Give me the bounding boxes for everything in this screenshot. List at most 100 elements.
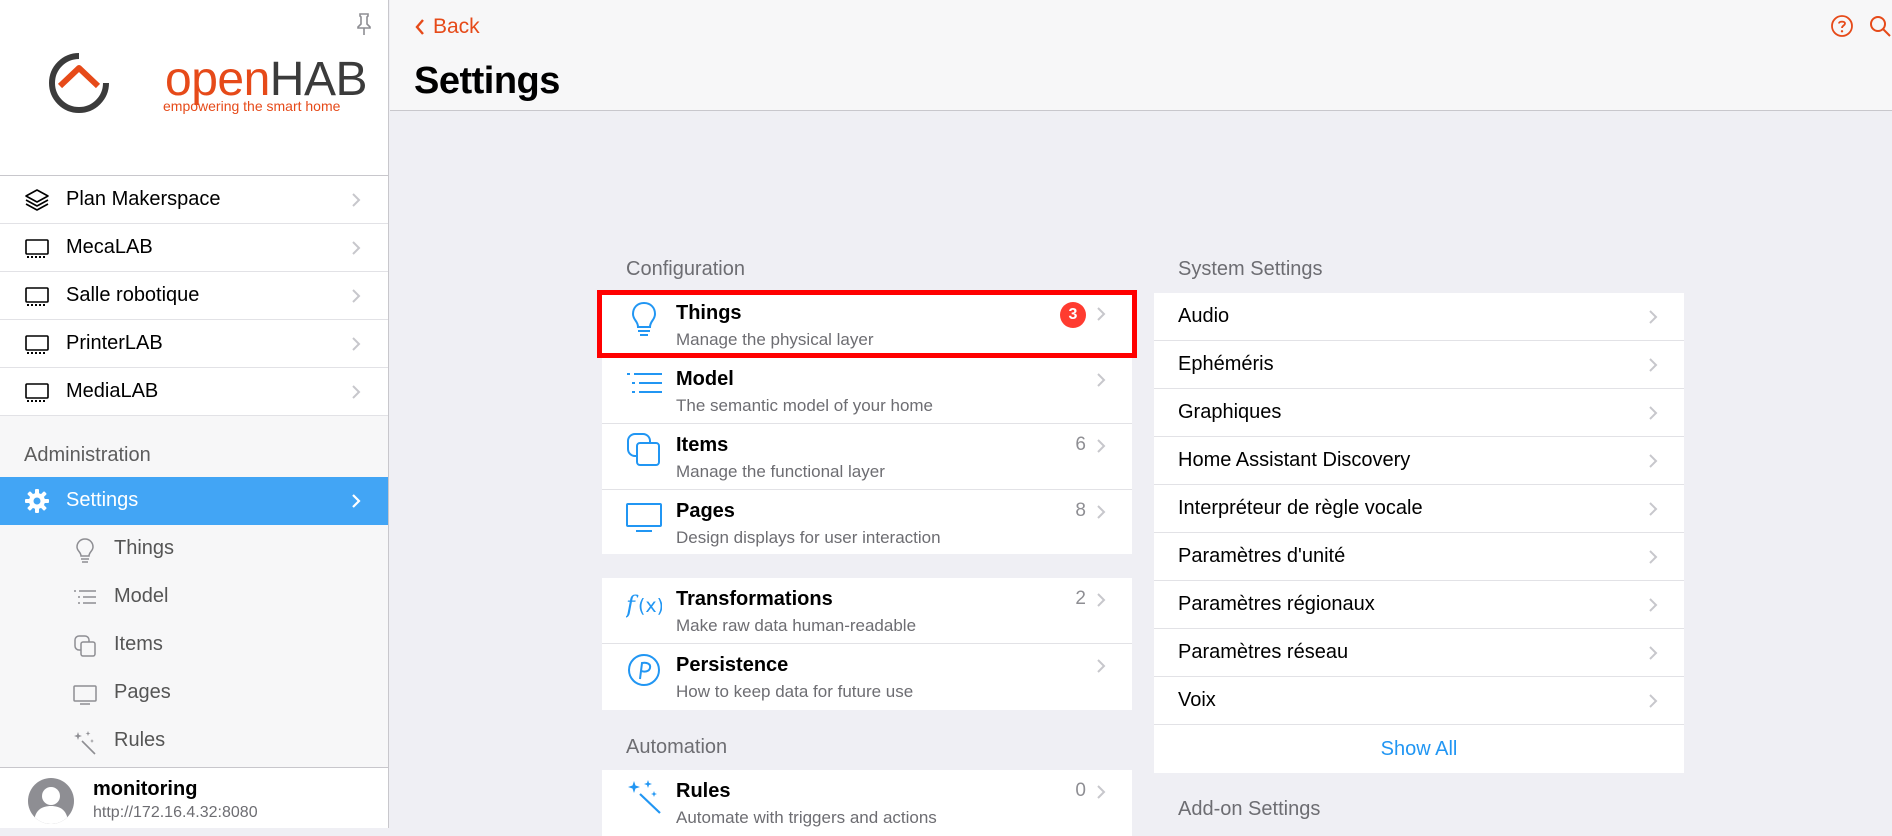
sidebar: openHAB empowering the smart home Plan M… bbox=[0, 0, 389, 828]
back-label: Back bbox=[433, 15, 480, 38]
pin-icon[interactable] bbox=[353, 12, 375, 36]
system-setting-regional[interactable]: Paramètres régionaux bbox=[1154, 581, 1684, 629]
tv-icon bbox=[73, 685, 97, 705]
administration-heading: Administration bbox=[24, 444, 151, 466]
user-panel[interactable]: monitoring http://172.16.4.32:8080 bbox=[0, 767, 388, 828]
setting-label: Paramètres réseau bbox=[1178, 641, 1349, 663]
squares-icon bbox=[627, 433, 660, 466]
sidebar-item-label: MediaLAB bbox=[66, 380, 159, 402]
addon-settings-heading: Add-on Settings bbox=[1178, 798, 1321, 820]
chevron-right-icon bbox=[352, 193, 361, 207]
item-subtitle: Make raw data human-readable bbox=[676, 616, 917, 635]
sidebar-subitem-label: Model bbox=[114, 585, 169, 607]
system-setting-home-assistant-discovery[interactable]: Home Assistant Discovery bbox=[1154, 437, 1684, 485]
item-count: 0 bbox=[1075, 780, 1086, 801]
sidebar-subitem-rules[interactable]: Rules bbox=[0, 717, 388, 765]
search-icon[interactable] bbox=[1868, 14, 1892, 38]
system-setting-audio[interactable]: Audio bbox=[1154, 293, 1684, 341]
lightbulb-icon bbox=[631, 301, 657, 336]
sidebar-subitem-label: Rules bbox=[114, 729, 166, 751]
show-all-link[interactable]: Show All bbox=[1154, 725, 1684, 773]
wand-icon bbox=[74, 731, 96, 755]
sidebar-pages-list: Plan Makerspace MecaLAB Salle robotique … bbox=[0, 176, 388, 416]
sidebar-subitem-label: Things bbox=[114, 537, 175, 559]
gear-icon bbox=[25, 489, 49, 513]
system-setting-voice-interpreter[interactable]: Interpréteur de règle vocale bbox=[1154, 485, 1684, 533]
sidebar-item-settings[interactable]: Settings bbox=[0, 477, 388, 525]
openhab-logo[interactable]: openHAB empowering the smart home bbox=[46, 48, 367, 120]
avatar bbox=[28, 778, 74, 824]
logo-tagline: empowering the smart home bbox=[163, 98, 341, 114]
sidebar-item-plan-makerspace[interactable]: Plan Makerspace bbox=[0, 176, 388, 224]
item-subtitle: How to keep data for future use bbox=[676, 682, 914, 701]
config-item-persistence[interactable]: Persistence How to keep data for future … bbox=[602, 644, 1132, 710]
item-title: Persistence bbox=[676, 654, 789, 676]
lightbulb-icon bbox=[76, 538, 94, 563]
chevron-right-icon bbox=[1649, 454, 1658, 468]
layers-icon bbox=[25, 189, 49, 211]
sidebar-subitem-model[interactable]: Model bbox=[0, 573, 388, 621]
configuration-list: Things Manage the physical layer 3 Model… bbox=[602, 292, 1132, 554]
setting-label: Paramètres régionaux bbox=[1178, 593, 1375, 615]
sidebar-subitem-things[interactable]: Things bbox=[0, 525, 388, 573]
config-item-things[interactable]: Things Manage the physical layer 3 bbox=[602, 292, 1132, 358]
function-icon: ƒ (x) bbox=[626, 591, 662, 619]
item-count: 6 bbox=[1075, 434, 1086, 455]
item-title: Rules bbox=[676, 780, 731, 802]
configuration-heading: Configuration bbox=[626, 258, 745, 280]
back-button[interactable]: Back bbox=[414, 14, 480, 40]
page-title: Settings bbox=[414, 60, 560, 102]
logo-mark-icon bbox=[49, 53, 109, 113]
sidebar-item-salle-robotique[interactable]: Salle robotique bbox=[0, 272, 388, 320]
setting-label: Audio bbox=[1178, 305, 1230, 327]
system-setting-voice[interactable]: Voix bbox=[1154, 677, 1684, 725]
sidebar-subitem-label: Pages bbox=[114, 681, 171, 703]
sidebar-item-printerlab[interactable]: PrinterLAB bbox=[0, 320, 388, 368]
configuration-list-2: ƒ (x) Transformations Make raw data human… bbox=[602, 578, 1132, 710]
system-setting-network[interactable]: Paramètres réseau bbox=[1154, 629, 1684, 677]
setting-label: Interpréteur de règle vocale bbox=[1178, 497, 1423, 519]
item-subtitle: The semantic model of your home bbox=[676, 396, 934, 415]
chevron-right-icon bbox=[1097, 307, 1106, 321]
help-icon[interactable] bbox=[1830, 14, 1854, 38]
chevron-right-icon bbox=[1649, 598, 1658, 612]
system-setting-units[interactable]: Paramètres d'unité bbox=[1154, 533, 1684, 581]
chevron-right-icon bbox=[352, 385, 361, 399]
system-settings-list: Audio Ephéméris Graphiques Home Assistan… bbox=[1154, 293, 1684, 773]
sidebar-item-label: PrinterLAB bbox=[66, 332, 163, 354]
sidebar-item-label: Plan Makerspace bbox=[66, 188, 221, 210]
sidebar-item-label: Salle robotique bbox=[66, 284, 200, 306]
automation-list: Rules Automate with triggers and actions… bbox=[602, 770, 1132, 836]
sidebar-subitem-label: Items bbox=[114, 633, 163, 655]
chevron-right-icon bbox=[1649, 406, 1658, 420]
item-title: Transformations bbox=[676, 588, 833, 610]
list-icon bbox=[627, 373, 662, 393]
config-item-model[interactable]: Model The semantic model of your home bbox=[602, 358, 1132, 424]
sidebar-subitem-items[interactable]: Items bbox=[0, 621, 388, 669]
config-item-pages[interactable]: Pages Design displays for user interacti… bbox=[602, 490, 1132, 556]
config-item-transformations[interactable]: ƒ (x) Transformations Make raw data human… bbox=[602, 578, 1132, 644]
chevron-right-icon bbox=[1649, 646, 1658, 660]
sidebar-item-label: Settings bbox=[66, 489, 139, 511]
logo-area: openHAB empowering the smart home bbox=[0, 0, 388, 176]
tv-icon bbox=[25, 239, 49, 258]
item-subtitle: Manage the physical layer bbox=[676, 330, 874, 349]
chevron-right-icon bbox=[352, 494, 361, 508]
sidebar-item-medialab[interactable]: MediaLAB bbox=[0, 368, 388, 416]
setting-label: Home Assistant Discovery bbox=[1178, 449, 1411, 471]
system-setting-ephemeris[interactable]: Ephéméris bbox=[1154, 341, 1684, 389]
user-name: monitoring bbox=[93, 778, 198, 800]
chevron-right-icon bbox=[1097, 593, 1106, 607]
system-setting-graphiques[interactable]: Graphiques bbox=[1154, 389, 1684, 437]
config-item-items[interactable]: Items Manage the functional layer 6 bbox=[602, 424, 1132, 490]
item-title: Items bbox=[676, 434, 729, 456]
automation-item-rules[interactable]: Rules Automate with triggers and actions… bbox=[602, 770, 1132, 836]
persistence-icon bbox=[628, 654, 660, 686]
sidebar-item-label: MecaLAB bbox=[66, 236, 153, 258]
sidebar-subitem-pages[interactable]: Pages bbox=[0, 669, 388, 717]
chevron-right-icon bbox=[1097, 505, 1106, 519]
chevron-right-icon bbox=[1097, 659, 1106, 673]
list-icon bbox=[74, 590, 96, 604]
chevron-right-icon bbox=[1649, 502, 1658, 516]
sidebar-item-mecalab[interactable]: MecaLAB bbox=[0, 224, 388, 272]
